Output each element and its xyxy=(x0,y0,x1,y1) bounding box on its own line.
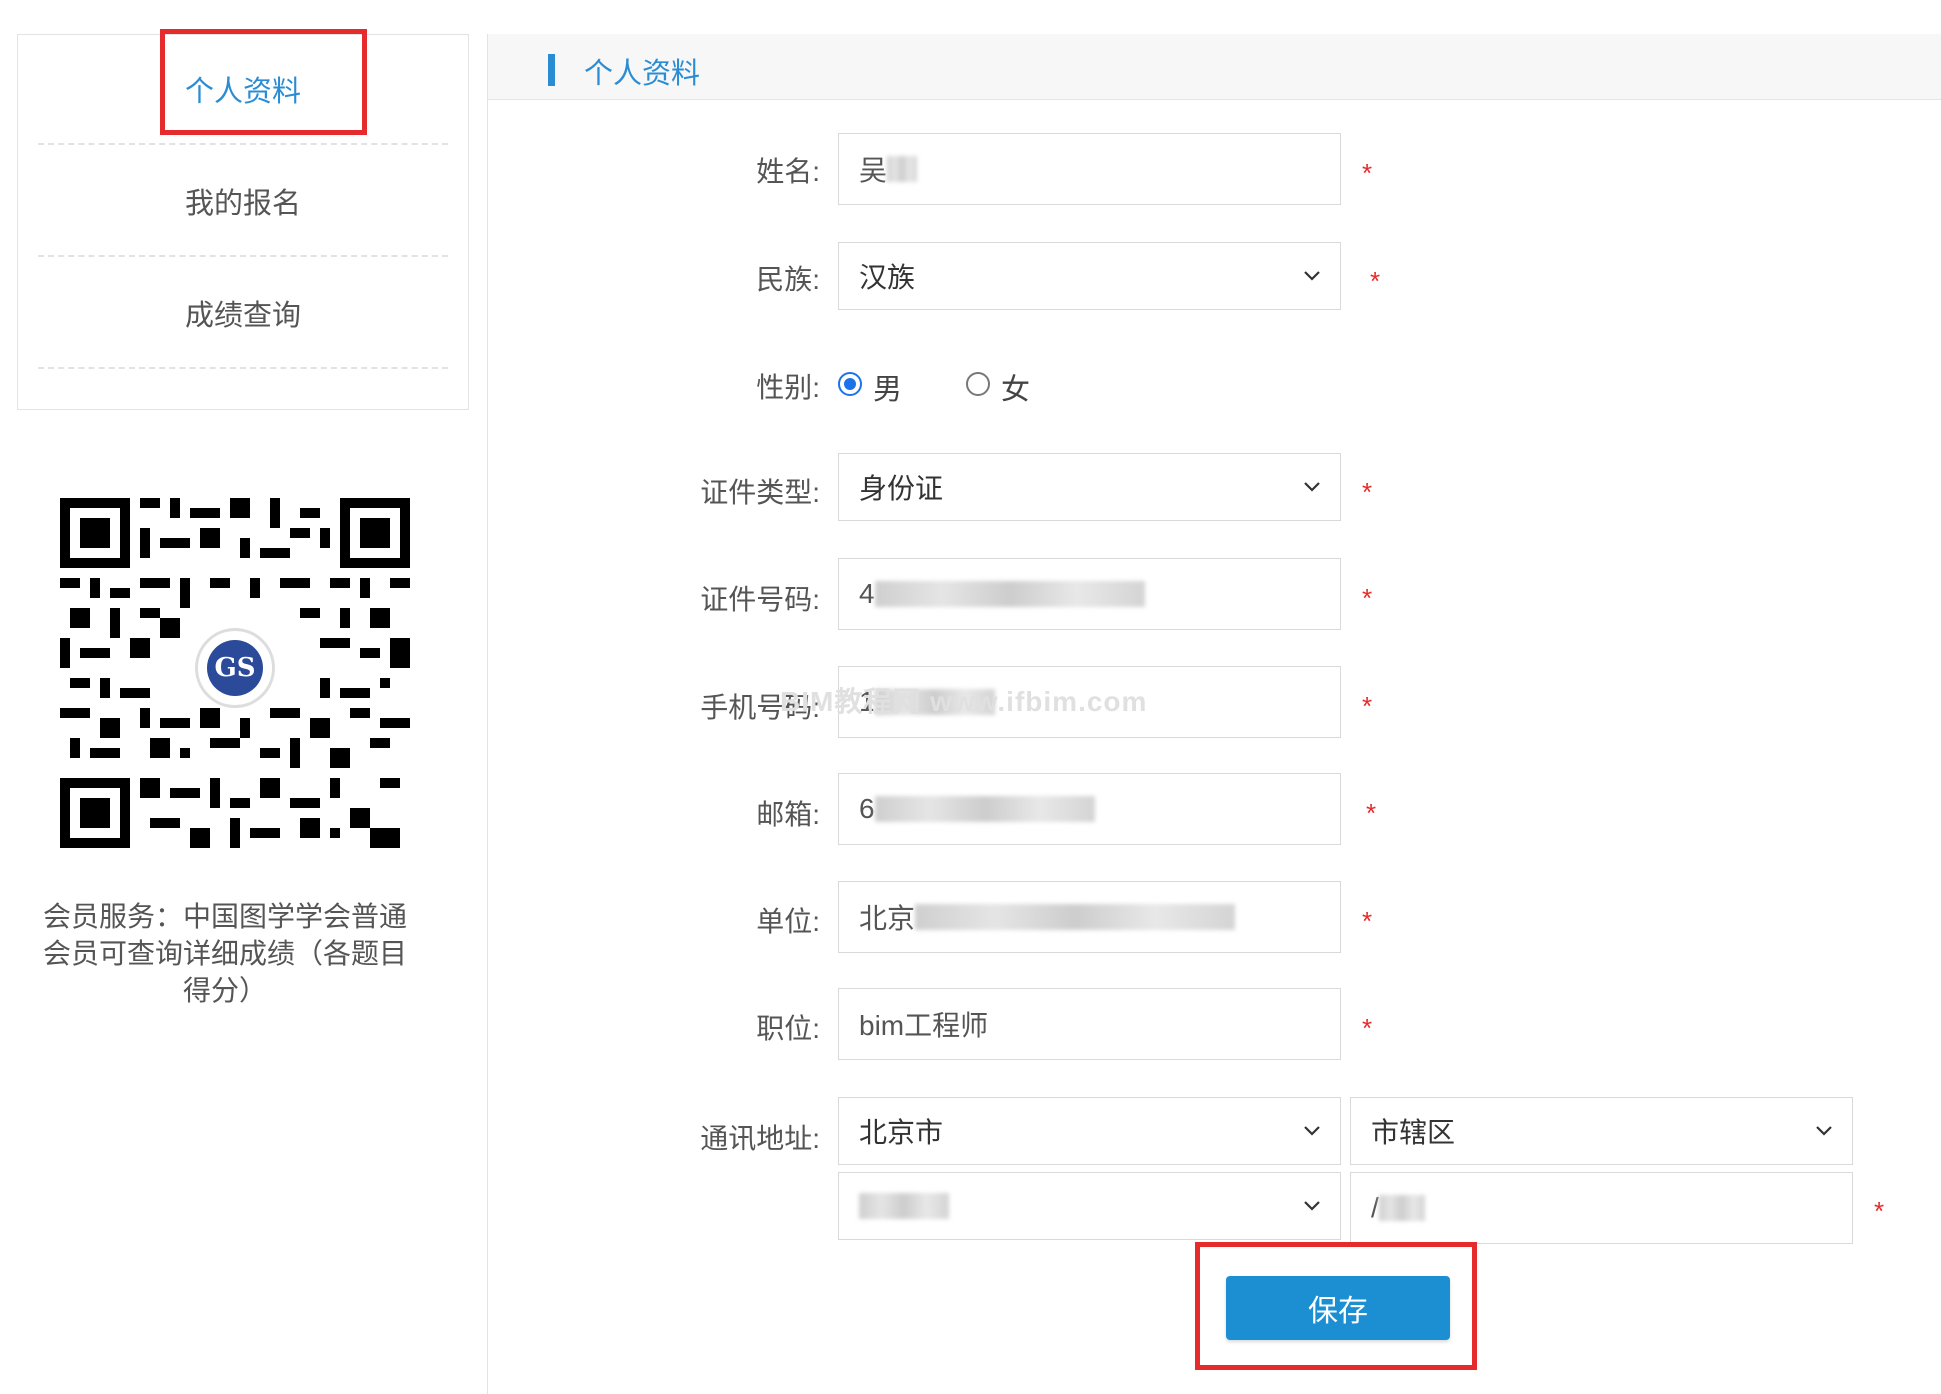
qr-logo-icon: GS xyxy=(195,628,275,708)
required-mark: * xyxy=(1362,583,1373,613)
chevron-down-icon xyxy=(1304,1126,1320,1136)
page-header: 个人资料 xyxy=(488,34,1941,100)
label-name: 姓名: xyxy=(756,156,820,187)
redacted-blur xyxy=(1378,1195,1425,1221)
save-button[interactable]: 保存 xyxy=(1226,1276,1450,1340)
province-select[interactable]: 北京市 xyxy=(838,1097,1341,1165)
position-input[interactable]: bim工程师 xyxy=(838,988,1341,1060)
redacted-blur xyxy=(859,1193,949,1219)
redacted-blur xyxy=(915,904,1236,930)
sidebar-item-label: 我的报名 xyxy=(184,188,301,220)
label-unit: 单位: xyxy=(756,906,820,937)
name-input[interactable]: 吴 xyxy=(838,133,1341,205)
address-detail-input[interactable]: / xyxy=(1350,1172,1853,1244)
gender-radio-female[interactable] xyxy=(966,372,990,396)
member-service-note: 会员服务：中国图学学会普通会员可查询详细成绩（各题目得分） xyxy=(42,901,407,1006)
required-mark: * xyxy=(1366,798,1377,828)
redacted-blur xyxy=(874,581,1145,607)
header-accent-bar xyxy=(548,54,555,86)
chevron-down-icon xyxy=(1304,271,1320,281)
required-mark: * xyxy=(1874,1196,1885,1226)
required-mark: * xyxy=(1362,691,1373,721)
label-address: 通讯地址: xyxy=(700,1123,820,1154)
qr-code: GS xyxy=(60,498,410,848)
sidebar-item-label: 成绩查询 xyxy=(184,300,301,332)
chevron-down-icon xyxy=(1304,482,1320,492)
watermark: BIM教程网 www.ifbim.com xyxy=(780,686,1148,717)
required-mark: * xyxy=(1362,906,1373,936)
ethnicity-select[interactable]: 汉族 xyxy=(838,242,1341,310)
label-id-number: 证件号码: xyxy=(700,584,820,615)
email-input[interactable]: 6 xyxy=(838,773,1341,845)
sidebar-item-profile[interactable]: 个人资料 xyxy=(38,35,448,145)
sidebar-item-registration[interactable]: 我的报名 xyxy=(38,147,448,257)
required-mark: * xyxy=(1362,1013,1373,1043)
label-position: 职位: xyxy=(756,1013,820,1044)
page-title: 个人资料 xyxy=(584,58,701,90)
city-select[interactable]: 市辖区 xyxy=(1350,1097,1853,1165)
label-gender: 性别: xyxy=(756,372,820,403)
sidebar-item-label: 个人资料 xyxy=(184,76,301,108)
gender-label-female: 女 xyxy=(1001,374,1031,406)
required-mark: * xyxy=(1370,266,1381,296)
district-select[interactable] xyxy=(838,1172,1341,1240)
sidebar-item-score-query[interactable]: 成绩查询 xyxy=(38,259,448,369)
chevron-down-icon xyxy=(1304,1201,1320,1211)
gender-label-male: 男 xyxy=(873,374,903,406)
required-mark: * xyxy=(1362,158,1373,188)
id-number-input[interactable]: 4 xyxy=(838,558,1341,630)
sidebar: 个人资料 我的报名 成绩查询 xyxy=(17,34,469,410)
label-ethnicity: 民族: xyxy=(756,264,820,295)
label-email: 邮箱: xyxy=(756,799,820,830)
chevron-down-icon xyxy=(1816,1126,1832,1136)
gender-radio-male[interactable] xyxy=(838,372,862,396)
unit-input[interactable]: 北京 xyxy=(838,881,1341,953)
redacted-blur xyxy=(874,796,1095,822)
id-type-select[interactable]: 身份证 xyxy=(838,453,1341,521)
redacted-blur xyxy=(887,156,918,182)
label-id-type: 证件类型: xyxy=(700,477,820,508)
required-mark: * xyxy=(1362,477,1373,507)
